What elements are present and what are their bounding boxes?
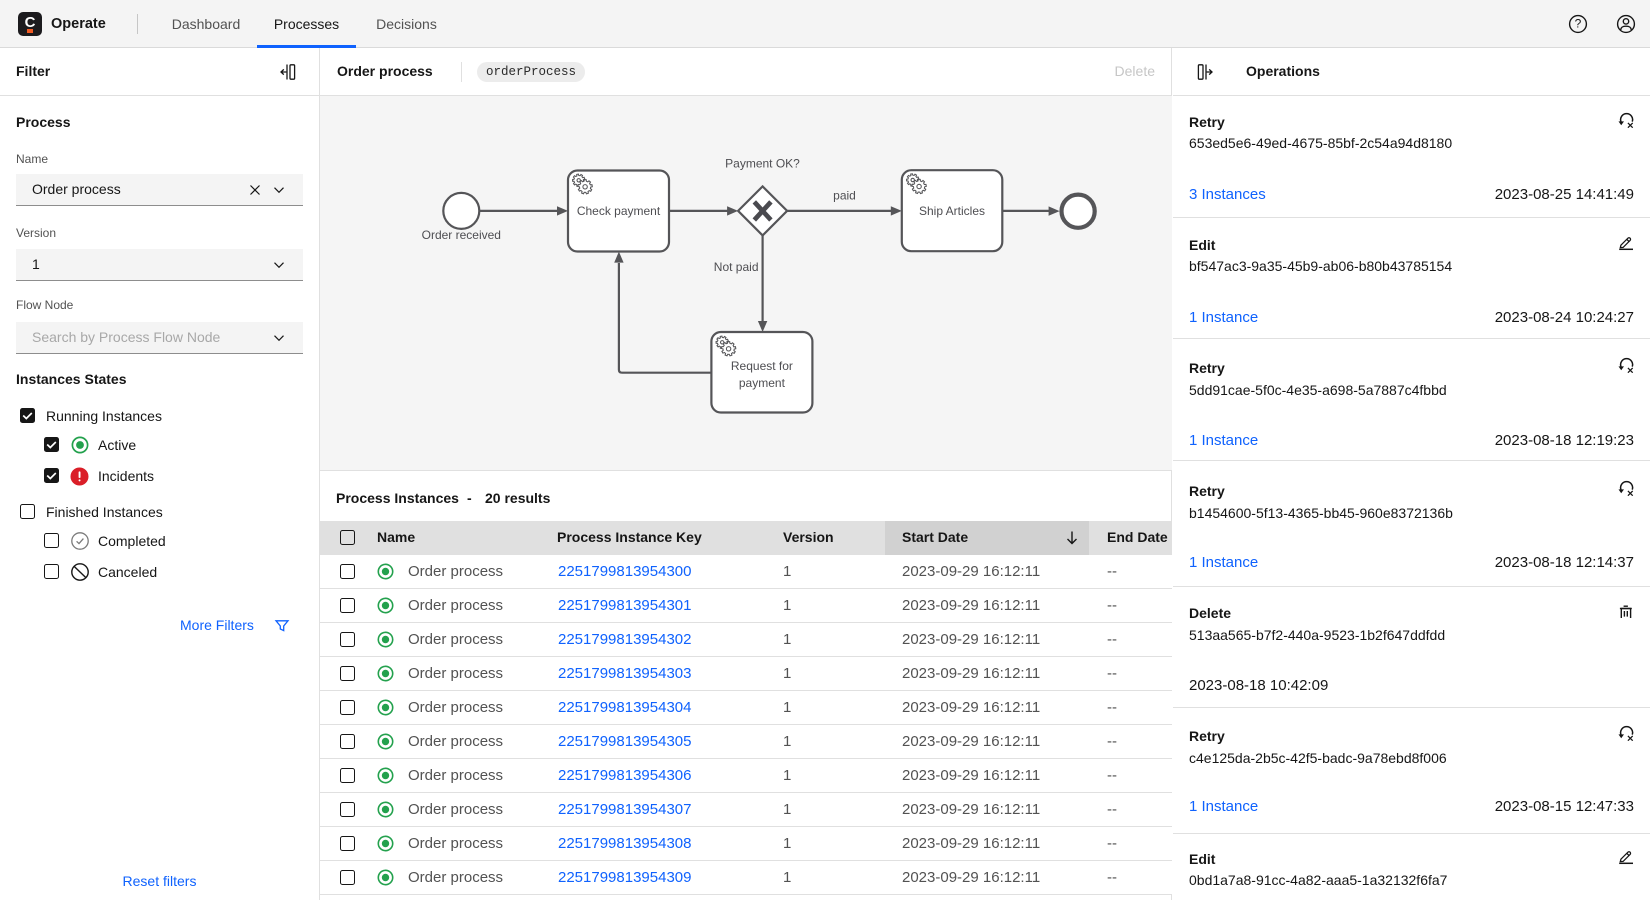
svg-text:payment: payment xyxy=(739,376,786,390)
svg-text:?: ? xyxy=(1575,17,1582,31)
svg-text:paid: paid xyxy=(833,189,856,203)
svg-text:Check payment: Check payment xyxy=(577,204,661,218)
svg-text:Payment OK?: Payment OK? xyxy=(725,157,800,171)
svg-text:Not paid: Not paid xyxy=(714,260,759,274)
svg-text:Request for: Request for xyxy=(731,359,793,373)
svg-text:Ship Articles: Ship Articles xyxy=(919,204,985,218)
svg-text:Order received: Order received xyxy=(422,228,501,242)
